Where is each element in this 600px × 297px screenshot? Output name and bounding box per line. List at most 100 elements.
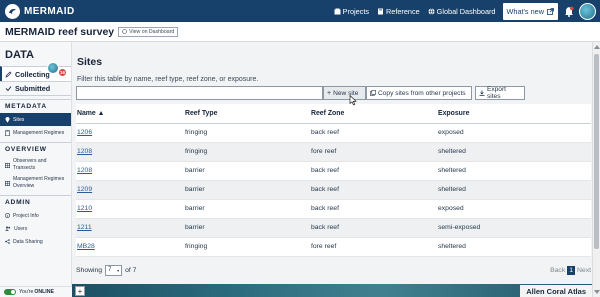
scroll-down-arrow[interactable] [594, 290, 600, 294]
tab-collecting-label: Collecting [15, 69, 50, 79]
clipboard-icon [5, 129, 10, 136]
online-toggle[interactable] [4, 289, 16, 295]
users-icon [5, 226, 11, 231]
tab-submitted[interactable]: Submitted [0, 81, 71, 96]
column-header-name[interactable]: Name ▲ [76, 104, 184, 124]
site-name-link[interactable]: 1209 [77, 186, 92, 193]
sidebar-item-management-regimes-overview[interactable]: Management Regimes Overview [0, 174, 71, 192]
notifications-bell[interactable] [561, 0, 577, 22]
page-button-current[interactable]: 1 [567, 265, 576, 275]
table-row[interactable]: 1209 barrier back reef sheltered [76, 180, 591, 200]
view-on-dashboard-button[interactable]: View on Dashboard [118, 26, 179, 37]
book-icon [378, 8, 383, 14]
reef-zone-cell: fore reef [310, 237, 437, 257]
whats-new-label: What's new [506, 6, 545, 16]
reef-zone-cell: back reef [310, 180, 437, 200]
table-row[interactable]: 1206 fringing back reef exposed [76, 123, 591, 143]
exposure-cell: sheltered [437, 237, 591, 257]
back-button[interactable]: Back [550, 267, 565, 274]
online-prefix: You're [19, 289, 34, 295]
scroll-up-arrow[interactable] [594, 45, 600, 49]
site-name-link[interactable]: 1211 [77, 224, 92, 231]
sidebar-heading: DATA [5, 49, 34, 61]
nav-link-reference[interactable]: Reference [373, 7, 424, 16]
bell-icon [565, 6, 574, 17]
collector-avatar [47, 62, 59, 74]
next-button[interactable]: Next [577, 267, 591, 274]
map-preview[interactable]: + Allen Coral Atlas [72, 284, 592, 297]
sidebar-item-sites-label: Sites [13, 116, 25, 123]
scroll-thumb[interactable] [594, 54, 599, 249]
site-name-link[interactable]: 1208 [77, 148, 92, 155]
site-name-link[interactable]: 1206 [77, 129, 92, 136]
showing-label: Showing [76, 266, 103, 274]
column-header-reef-type[interactable]: Reef Type [184, 104, 310, 124]
brand-name: MERMAID [24, 5, 75, 17]
nav-link-projects-label: Projects [342, 6, 369, 16]
user-avatar[interactable] [579, 2, 596, 20]
mouse-cursor-icon [349, 95, 357, 106]
tab-submitted-label: Submitted [15, 84, 51, 93]
table-row[interactable]: 1208 barrier back reef sheltered [76, 161, 591, 181]
sidebar-item-mr-overview-label: Management Regimes Overview [13, 176, 64, 190]
table-row[interactable]: 1211 barrier back reef semi-exposed [76, 218, 591, 238]
sidebar-item-users-label: Users [14, 225, 28, 232]
column-header-exposure[interactable]: Exposure [437, 104, 591, 124]
sidebar-item-project-info[interactable]: Project Info [0, 209, 71, 222]
chevron-down-icon: ▾ [117, 267, 120, 273]
sidebar-item-project-info-label: Project Info [13, 212, 39, 219]
site-name-link[interactable]: 1210 [77, 205, 92, 212]
reef-type-cell: barrier [184, 199, 310, 219]
reef-zone-cell: back reef [310, 218, 437, 238]
section-metadata: METADATA [0, 99, 71, 113]
nav-link-reference-label: Reference [386, 6, 420, 16]
external-link-icon [547, 7, 554, 15]
sidebar: DATA Collecting 16 Submitted METADATA Si… [0, 42, 72, 297]
tab-collecting[interactable]: Collecting 16 [0, 62, 71, 81]
reef-type-cell: fringing [184, 142, 310, 162]
sidebar-item-management-regimes[interactable]: Management Regimes [0, 126, 71, 139]
mermaid-logo-icon [5, 3, 20, 19]
table-row[interactable]: 1208 fringing fore reef sheltered [76, 142, 591, 162]
site-name-link[interactable]: 1208 [77, 167, 92, 174]
page-title: Sites [77, 56, 103, 68]
sidebar-item-management-regimes-label: Management Regimes [13, 129, 65, 136]
nav-links: Projects Reference Global Dashboard What… [330, 0, 600, 22]
of-total-label: of 7 [125, 266, 137, 274]
table-row[interactable]: 1210 barrier back reef exposed [76, 199, 591, 219]
brand[interactable]: MERMAID [0, 0, 75, 22]
page-size-value: 7 [108, 267, 112, 273]
sidebar-item-observers-transects[interactable]: Observers and Transects [0, 156, 71, 174]
filter-input[interactable] [76, 86, 323, 100]
table-icon [5, 180, 10, 186]
export-sites-button[interactable]: Export sites [475, 86, 525, 100]
sidebar-item-users[interactable]: Users [0, 222, 71, 235]
share-icon [5, 239, 10, 244]
exposure-cell: sheltered [437, 161, 591, 181]
filter-label: Filter this table by name, reef type, re… [77, 76, 259, 83]
reef-type-cell: barrier [184, 218, 310, 238]
nav-link-global-dashboard-label: Global Dashboard [436, 6, 496, 16]
reef-type-cell: fringing [184, 123, 310, 143]
pencil-icon [5, 71, 12, 78]
page-size-select[interactable]: 7 ▾ [105, 264, 123, 276]
whats-new-button[interactable]: What's new [502, 2, 558, 20]
table-row[interactable]: MB28 fringing fore reef sheltered [76, 237, 591, 257]
page-scrollbar[interactable] [592, 42, 600, 297]
sidebar-item-sites[interactable]: Sites [0, 113, 71, 126]
new-site-button[interactable]: + New site [323, 86, 366, 100]
plus-icon: + [327, 89, 332, 97]
observers-line-2: Transects [13, 165, 36, 171]
column-header-reef-zone[interactable]: Reef Zone [310, 104, 437, 124]
pagination-row: Showing 7 ▾ of 7 Back 1 Next [76, 260, 591, 280]
nav-link-projects[interactable]: Projects [330, 7, 373, 16]
sidebar-item-data-sharing[interactable]: Data Sharing [0, 235, 71, 248]
site-name-link[interactable]: MB28 [77, 243, 95, 250]
sites-table: Name ▲ Reef Type Reef Zone Exposure 1206… [76, 104, 591, 257]
globe-icon [428, 7, 435, 15]
copy-sites-button[interactable]: Copy sites from other projects [366, 86, 472, 100]
nav-link-global-dashboard[interactable]: Global Dashboard [424, 7, 500, 16]
online-status: You're ONLINE [0, 286, 72, 297]
map-zoom-in-button[interactable]: + [75, 286, 85, 296]
copy-icon [370, 90, 376, 96]
